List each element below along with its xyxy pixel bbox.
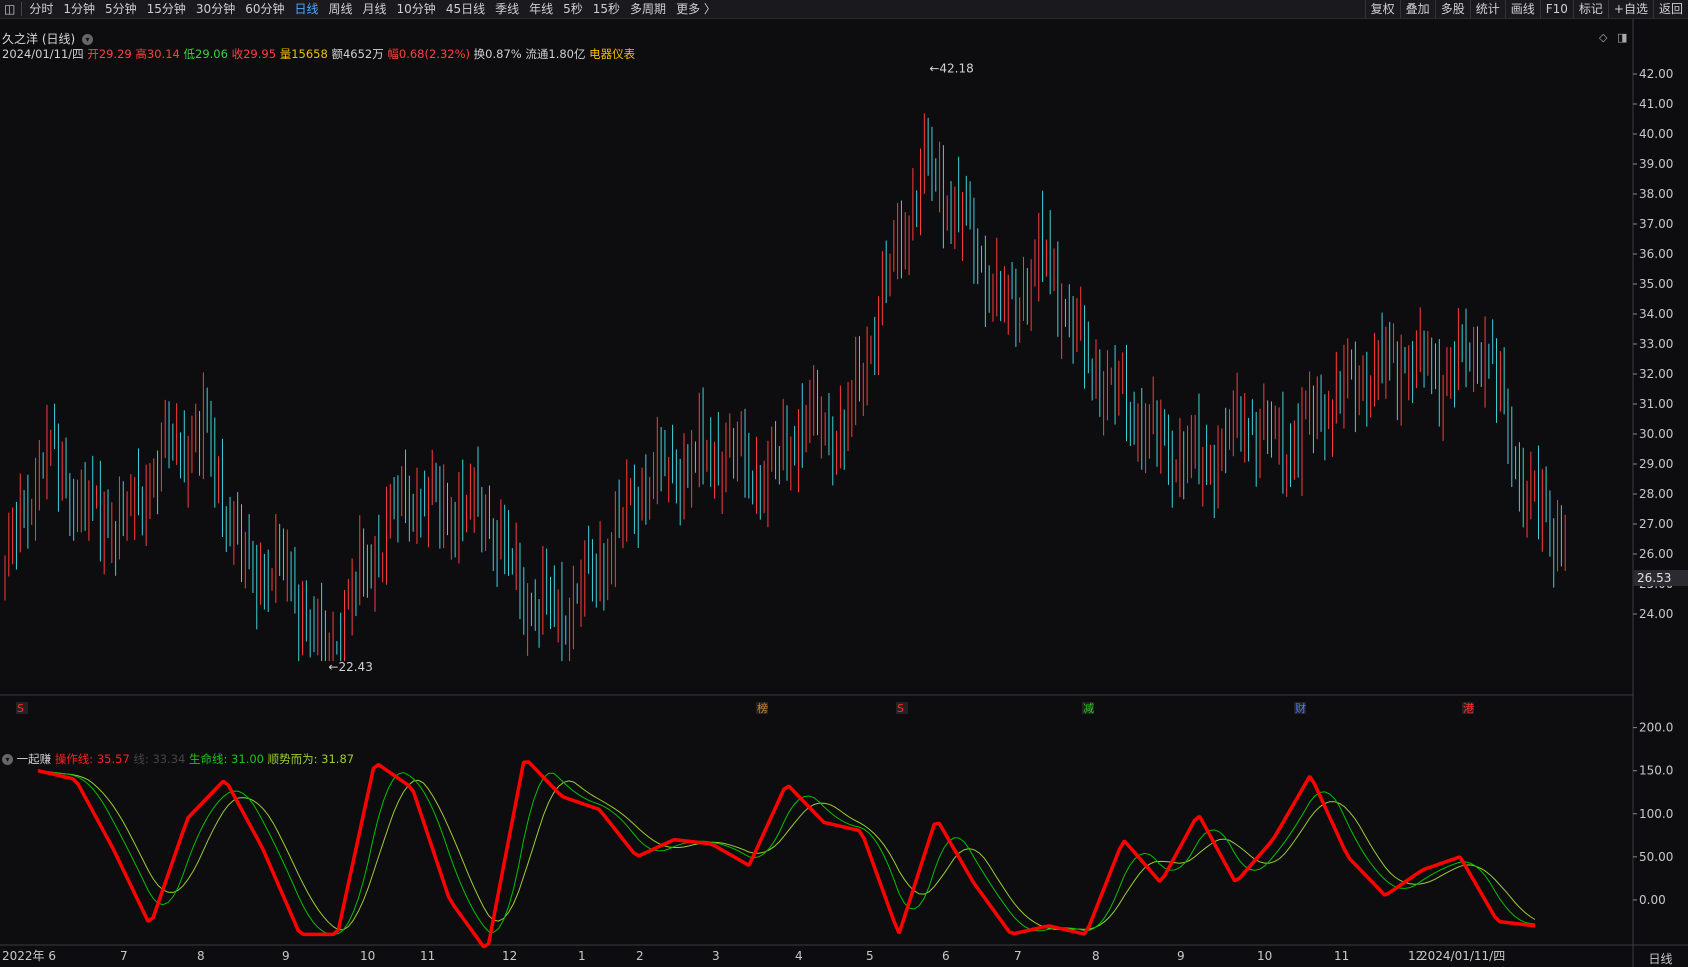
collapse-icon[interactable]: ▾ bbox=[2, 754, 13, 765]
time-axis-label: 10 bbox=[1257, 949, 1272, 963]
time-axis-label: 5 bbox=[866, 949, 874, 963]
period-tab-8[interactable]: 月线 bbox=[358, 0, 392, 18]
time-axis-label: 4 bbox=[795, 949, 803, 963]
period-tab-7[interactable]: 周线 bbox=[324, 0, 358, 18]
ind-axis-label: 100.0 bbox=[1639, 807, 1673, 821]
min-price-label: ←22.43 bbox=[328, 660, 372, 674]
price-axis-label: 26.00 bbox=[1639, 547, 1673, 561]
period-label[interactable]: 日线 bbox=[1633, 951, 1688, 967]
event-marker: 榜 bbox=[757, 701, 768, 715]
period-tab-0[interactable]: 分时 bbox=[24, 0, 58, 18]
period-tab-6[interactable]: 日线 bbox=[289, 0, 323, 18]
price-axis-label: 29.00 bbox=[1639, 457, 1673, 471]
toolbar-action-6[interactable]: 标记 bbox=[1572, 0, 1608, 18]
event-marker: 减 bbox=[1083, 702, 1094, 715]
time-axis-label: 9 bbox=[1177, 949, 1185, 963]
time-axis-label: 7 bbox=[120, 949, 128, 963]
toolbar-action-0[interactable]: 复权 bbox=[1364, 0, 1400, 18]
period-tab-2[interactable]: 5分钟 bbox=[100, 0, 142, 18]
period-tabs: 分时 1分钟 5分钟 15分钟 30分钟 60分钟 日线 周线 月线 10分钟 45日线 季线 年线 5秒… bbox=[24, 0, 721, 18]
price-axis-label: 39.00 bbox=[1639, 157, 1673, 171]
indicator-name[interactable]: 一起赚 bbox=[17, 752, 52, 766]
price-axis-label: 42.00 bbox=[1639, 67, 1673, 81]
toolbar-divider bbox=[21, 2, 23, 16]
toolbar-action-7[interactable]: +自选 bbox=[1607, 0, 1653, 18]
period-tab-12[interactable]: 年线 bbox=[524, 0, 558, 18]
period-tab-10[interactable]: 45日线 bbox=[441, 0, 490, 18]
price-axis-label: 40.00 bbox=[1639, 127, 1673, 141]
event-marker: 港 bbox=[1463, 702, 1474, 715]
max-price-label: ←42.18 bbox=[929, 62, 973, 76]
price-axis-label: 31.00 bbox=[1639, 397, 1673, 411]
current-price-tag: 26.53 bbox=[1633, 570, 1688, 586]
chart-toggle-icon[interactable]: ◫ bbox=[0, 0, 19, 18]
toolbar-action-2[interactable]: 多股 bbox=[1434, 0, 1470, 18]
time-axis-label: 8 bbox=[197, 949, 205, 963]
indicator-header: ▾ 一起赚 操作线: 35.57 线: 33.34 生命线: 31.00 顺势而… bbox=[2, 751, 354, 767]
price-axis-label: 32.00 bbox=[1639, 367, 1673, 381]
time-axis-label: 9 bbox=[282, 949, 290, 963]
event-marker: S bbox=[897, 702, 904, 715]
price-axis-label: 33.00 bbox=[1639, 337, 1673, 351]
op-line bbox=[37, 760, 1536, 949]
indicator-op-line: 操作线: 35.57 bbox=[54, 752, 130, 766]
period-tab-11[interactable]: 季线 bbox=[490, 0, 524, 18]
time-axis-label: 2 bbox=[636, 949, 644, 963]
time-axis-label: 2022年 6 bbox=[2, 949, 56, 963]
time-axis-label: 7 bbox=[1014, 949, 1022, 963]
time-axis-label: 12 bbox=[502, 949, 517, 963]
event-marker: 财 bbox=[1295, 701, 1306, 715]
time-axis-label: 1 bbox=[578, 949, 586, 963]
ind-axis-label: 200.0 bbox=[1639, 721, 1673, 735]
kline-chart[interactable]: 42.0041.0040.0039.0038.0037.0036.0035.00… bbox=[0, 19, 1688, 967]
period-tab-5[interactable]: 60分钟 bbox=[240, 0, 289, 18]
time-axis-label: 10 bbox=[360, 949, 375, 963]
time-axis-label: 2024/01/11/四 bbox=[1420, 949, 1505, 963]
ind-axis-label: 0.00 bbox=[1639, 893, 1666, 907]
toolbar-action-1[interactable]: 叠加 bbox=[1399, 0, 1435, 18]
price-axis-label: 24.00 bbox=[1639, 607, 1673, 621]
time-axis-label: 3 bbox=[712, 949, 720, 963]
event-marker: S bbox=[17, 702, 24, 715]
time-axis-label: 11 bbox=[420, 949, 435, 963]
period-tab-14[interactable]: 15秒 bbox=[588, 0, 625, 18]
price-axis-label: 35.00 bbox=[1639, 277, 1673, 291]
toolbar-right-actions: 复权 叠加 多股 统计 画线 F10 标记 +自选 返回 bbox=[1364, 0, 1688, 18]
price-axis-label: 34.00 bbox=[1639, 307, 1673, 321]
toolbar-action-5[interactable]: F10 bbox=[1539, 0, 1573, 18]
price-axis-label: 41.00 bbox=[1639, 97, 1673, 111]
period-tab-3[interactable]: 15分钟 bbox=[142, 0, 191, 18]
price-axis-label: 36.00 bbox=[1639, 247, 1673, 261]
period-tab-4[interactable]: 30分钟 bbox=[191, 0, 240, 18]
indicator-life-line: 生命线: 31.00 bbox=[189, 752, 264, 766]
toolbar-action-4[interactable]: 画线 bbox=[1504, 0, 1540, 18]
time-axis-label: 11 bbox=[1334, 949, 1349, 963]
price-axis-label: 30.00 bbox=[1639, 427, 1673, 441]
toolbar-action-8[interactable]: 返回 bbox=[1652, 0, 1688, 18]
price-axis-label: 28.00 bbox=[1639, 487, 1673, 501]
period-tab-15[interactable]: 多周期 bbox=[625, 0, 671, 18]
price-axis-label: 27.00 bbox=[1639, 517, 1673, 531]
period-tab-13[interactable]: 5秒 bbox=[558, 0, 588, 18]
time-axis-label: 8 bbox=[1092, 949, 1100, 963]
price-axis-label: 38.00 bbox=[1639, 187, 1673, 201]
period-tab-1[interactable]: 1分钟 bbox=[58, 0, 100, 18]
toolbar-action-3[interactable]: 统计 bbox=[1469, 0, 1505, 18]
price-axis-label: 37.00 bbox=[1639, 217, 1673, 231]
period-toolbar: ◫ 分时 1分钟 5分钟 15分钟 30分钟 60分钟 日线 周线 月线 10分钟 45日线 季线 年线… bbox=[0, 0, 1688, 19]
time-axis-label: 6 bbox=[942, 949, 950, 963]
ind-axis-label: 150.0 bbox=[1639, 764, 1673, 778]
indicator-trend-line: 顺势而为: 31.87 bbox=[267, 752, 355, 766]
ind-axis-label: 50.00 bbox=[1639, 850, 1673, 864]
period-tab-16[interactable]: 更多 〉 bbox=[671, 0, 721, 18]
indicator-hidden-line: 线: 33.34 bbox=[133, 752, 186, 766]
period-tab-9[interactable]: 10分钟 bbox=[392, 0, 441, 18]
